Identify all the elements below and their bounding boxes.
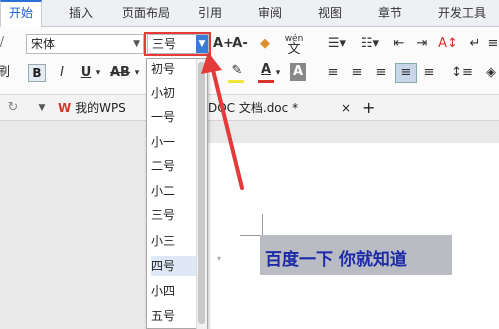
close-tab-icon[interactable]: × [341, 97, 355, 121]
strikethrough-dropdown-icon[interactable]: ▾ [133, 64, 141, 82]
tab-insert[interactable]: 插入 [57, 0, 105, 27]
document-text[interactable]: 百度一下 你就知道 [265, 245, 407, 270]
align-right-icon[interactable]: ≡ [372, 64, 390, 82]
paint-bucket-icon[interactable]: ◈ [482, 64, 499, 82]
font-name-combo[interactable]: 宋体 ▼ [26, 34, 144, 54]
font-size-option[interactable]: 一号 [151, 107, 198, 127]
line-spacing-icon[interactable]: ↕≡ [450, 64, 474, 82]
show-marks-icon[interactable]: ↵ [466, 35, 484, 53]
paragraph-icon[interactable]: ≡ [486, 35, 499, 53]
margin-mark-horizontal [240, 235, 262, 236]
font-size-option[interactable]: 二号 [151, 156, 198, 176]
font-size-option[interactable]: 小一 [151, 132, 198, 152]
new-tab-icon[interactable]: + [362, 97, 378, 121]
tab-section[interactable]: 章节 [370, 0, 410, 27]
font-color-icon[interactable]: A [258, 61, 274, 79]
chevron-down-icon[interactable]: ▼ [133, 35, 140, 53]
align-center-icon[interactable]: ≡ [348, 64, 366, 82]
refresh-icon[interactable]: ↻ [6, 99, 20, 117]
format-painter-icon[interactable]: / [0, 34, 8, 52]
font-size-option[interactable]: 小四 [151, 281, 198, 301]
font-size-option[interactable]: 小三 [151, 231, 198, 251]
bold-button[interactable]: B [28, 64, 46, 82]
decrease-indent-icon[interactable]: ⇤ [389, 35, 409, 53]
bullets-icon[interactable]: ☰▾ [323, 35, 351, 53]
font-color-bar [258, 80, 274, 83]
char-shading-icon[interactable]: A [290, 63, 306, 81]
my-wps-tab[interactable]: W 我的WPS [58, 97, 138, 121]
tab-list-dropdown-icon[interactable]: ▼ [36, 99, 48, 117]
tab-home[interactable]: 开始 [0, 0, 42, 30]
font-size-option[interactable]: 小初 [151, 83, 198, 103]
strikethrough-button[interactable]: AB [107, 64, 133, 82]
tab-developer[interactable]: 开发工具 [430, 0, 494, 27]
tab-references[interactable]: 引用 [190, 0, 230, 27]
numbering-icon[interactable]: ☷▾ [356, 35, 384, 53]
ribbon-tab-bar: 开始 插入 页面布局 引用 审阅 视图 章节 开发工具 [0, 0, 499, 30]
paragraph-marker-icon: ▾ [216, 254, 221, 263]
increase-indent-icon[interactable]: ⇥ [412, 35, 432, 53]
font-size-option[interactable]: 初号 [151, 59, 198, 79]
phonetic-char-icon[interactable]: 文 [284, 41, 304, 59]
underline-button[interactable]: U [78, 64, 94, 82]
font-size-option[interactable]: 三号 [151, 205, 198, 225]
my-wps-label: 我的WPS [75, 101, 126, 115]
tab-page-layout[interactable]: 页面布局 [114, 0, 178, 27]
wps-logo-icon: W [58, 101, 72, 115]
font-size-option-selected[interactable]: 四号 [151, 256, 198, 276]
font-size-option[interactable]: 五号 [151, 306, 198, 326]
font-size-option[interactable]: 小二 [151, 181, 198, 201]
distribute-icon[interactable]: ≡ [420, 64, 438, 82]
annotation-arrow-icon [201, 52, 244, 190]
format-painter-label: 刷 [0, 65, 11, 80]
justify-icon[interactable]: ≡ [395, 63, 417, 83]
underline-dropdown-icon[interactable]: ▾ [94, 64, 102, 82]
margin-mark-vertical [262, 214, 263, 236]
tab-review[interactable]: 审阅 [250, 0, 290, 27]
align-left-icon[interactable]: ≡ [324, 64, 342, 82]
italic-button[interactable]: I [54, 64, 70, 82]
font-name-value: 宋体 [31, 37, 56, 51]
sort-icon[interactable]: A↕ [437, 35, 459, 53]
font-color-dropdown-icon[interactable]: ▾ [274, 64, 282, 82]
tab-view[interactable]: 视图 [310, 0, 350, 27]
